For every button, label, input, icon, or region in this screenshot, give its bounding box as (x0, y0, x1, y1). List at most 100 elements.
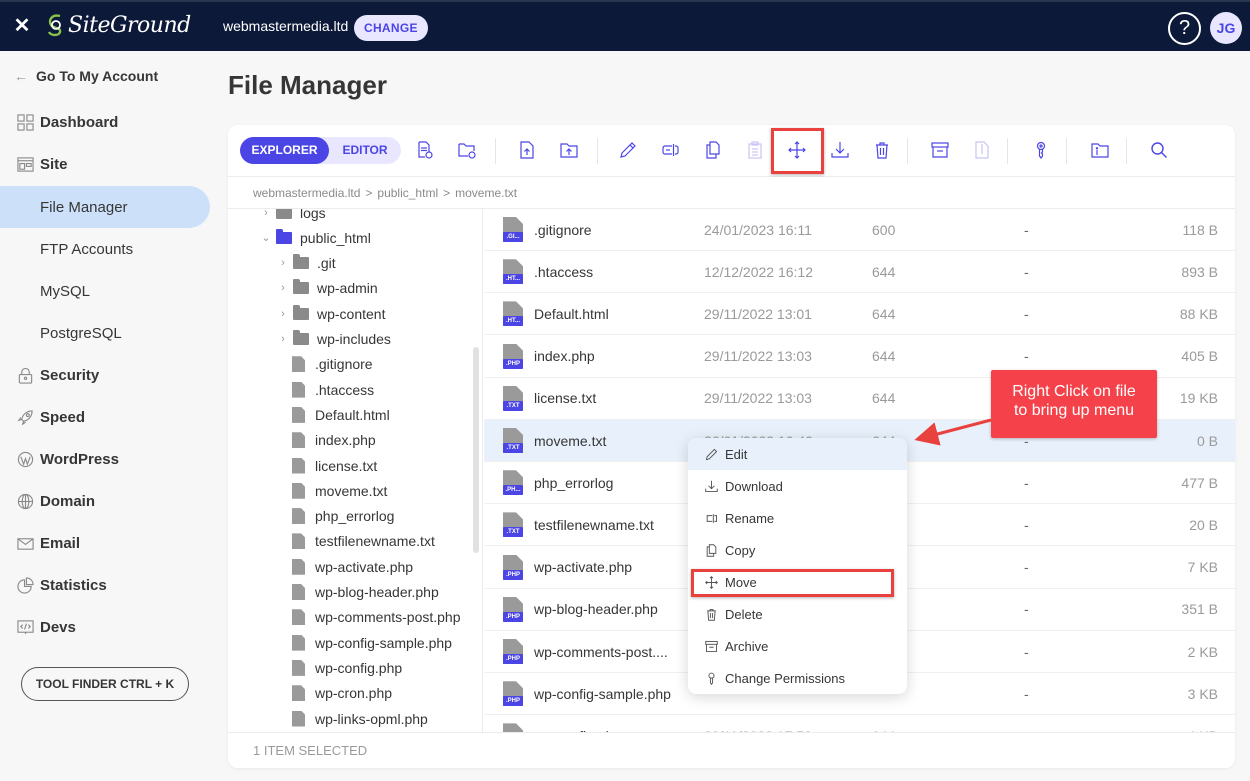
archive-icon (704, 639, 718, 653)
tree-file[interactable]: testfilenewname.txt (292, 529, 435, 554)
tree-file[interactable]: .gitignore (292, 352, 373, 377)
sidebar-item-email[interactable]: Email (0, 522, 210, 564)
permissions-key-icon[interactable] (1030, 139, 1052, 161)
file-type-icon: .PHP (503, 596, 523, 622)
sidebar-item-site[interactable]: Site (0, 143, 210, 185)
chevron-right-icon[interactable]: › (260, 209, 272, 219)
move-icon[interactable] (786, 139, 808, 161)
envelope-icon (16, 534, 34, 552)
editor-tab[interactable]: EDITOR (329, 137, 401, 164)
tree-file[interactable]: wp-blog-header.php (292, 580, 439, 605)
folder-info-icon[interactable] (1089, 139, 1111, 161)
tree-file[interactable]: wp-cron.php (292, 681, 392, 706)
sidebar-item-label: Dashboard (40, 113, 119, 131)
sidebar-item-wordpress[interactable]: WordPress (0, 438, 210, 480)
tree-file[interactable]: wp-activate.php (292, 554, 413, 579)
chevron-right-icon[interactable]: › (277, 282, 289, 294)
chevron-down-icon[interactable]: ⌄ (260, 231, 272, 244)
siteground-logo-icon (47, 14, 62, 37)
context-menu-item-rename[interactable]: Rename (688, 502, 907, 534)
chevron-right-icon[interactable]: › (277, 308, 289, 320)
context-menu-label: Change Permissions (725, 670, 845, 686)
new-folder-icon[interactable] (456, 139, 478, 161)
tree-file[interactable]: wp-comments-post.php (292, 605, 461, 630)
folder-icon (293, 254, 309, 270)
context-menu-item-move[interactable]: Move (688, 566, 907, 598)
upload-file-icon[interactable] (516, 139, 538, 161)
breadcrumb-item[interactable]: webmastermedia.ltd (253, 186, 360, 200)
sidebar-item-label: Domain (40, 492, 96, 510)
sidebar-item-statistics[interactable]: Statistics (0, 564, 210, 606)
help-icon[interactable]: ? (1168, 12, 1201, 45)
avatar[interactable]: JG (1210, 12, 1242, 44)
tree-file[interactable]: wp-config.php (292, 655, 402, 680)
delete-trash-icon[interactable] (871, 139, 893, 161)
file-row[interactable]: .GI... .gitignore 24/01/2023 16:11 600 - 118 … (484, 209, 1235, 251)
sidebar-item-domain[interactable]: Domain (0, 480, 210, 522)
siteground-logo[interactable]: SiteGround (46, 12, 191, 38)
sidebar-item-dashboard[interactable]: Dashboard (0, 101, 210, 143)
breadcrumb-item[interactable]: public_html (377, 186, 438, 200)
tree-item-name: public_html (300, 229, 371, 246)
sidebar-item-speed[interactable]: Speed (0, 396, 210, 438)
file-owner: - (1024, 516, 1029, 533)
extract-icon[interactable] (971, 139, 993, 161)
file-row[interactable]: .HT... Default.html 29/11/2022 13:01 644 - 88… (484, 293, 1235, 336)
file-owner: - (1024, 263, 1029, 280)
paste-icon[interactable] (744, 139, 766, 161)
context-menu-item-delete[interactable]: Delete (688, 598, 907, 630)
sidebar-item-devs[interactable]: Devs (0, 606, 210, 648)
archive-icon[interactable] (929, 139, 951, 161)
context-menu-item-archive[interactable]: Archive (688, 630, 907, 662)
search-icon[interactable] (1148, 139, 1170, 161)
context-menu-item-edit[interactable]: Edit (688, 438, 907, 470)
tool-finder-button[interactable]: TOOL FINDER CTRL + K (21, 667, 189, 701)
change-site-button[interactable]: CHANGE (354, 15, 428, 41)
tree-folder[interactable]: › logs (260, 209, 326, 225)
close-icon[interactable]: ✕ (12, 14, 32, 38)
tree-file[interactable]: .htaccess (292, 377, 374, 402)
tree-folder[interactable]: ⌄ public_html (260, 225, 371, 250)
sidebar-item-ftp-accounts[interactable]: FTP Accounts (0, 228, 210, 270)
go-to-my-account-link[interactable]: ← Go To My Account (14, 68, 158, 84)
tree-file[interactable]: license.txt (292, 453, 377, 478)
rename-icon[interactable] (660, 139, 682, 161)
folder-icon (293, 304, 309, 320)
new-file-icon[interactable] (414, 139, 436, 161)
pie-chart-icon (16, 576, 34, 594)
tree-file[interactable]: wp-links-opml.php (292, 706, 428, 731)
tree-folder[interactable]: › wp-content (277, 301, 385, 326)
tree-file[interactable]: php_errorlog (292, 504, 394, 529)
sidebar-item-file-manager[interactable]: File Manager (0, 186, 210, 228)
tree-file[interactable]: Default.html (292, 402, 390, 427)
tree-file[interactable]: moveme.txt (292, 478, 387, 503)
download-icon[interactable] (829, 139, 851, 161)
copy-icon[interactable] (702, 139, 724, 161)
arrow-left-icon: ← (14, 68, 28, 84)
sidebar-item-mysql[interactable]: MySQL (0, 270, 210, 312)
edit-pencil-icon[interactable] (617, 139, 639, 161)
chevron-right-icon[interactable]: › (277, 257, 289, 269)
sidebar-item-label: Email (40, 534, 81, 552)
file-row[interactable]: .HT... .htaccess 12/12/2022 16:12 644 - 893 B (484, 251, 1235, 294)
explorer-tab[interactable]: EXPLORER (240, 137, 329, 164)
file-name: testfilenewname.txt (534, 516, 654, 533)
sidebar-item-postgresql[interactable]: PostgreSQL (0, 312, 210, 354)
tree-folder[interactable]: › wp-includes (277, 327, 391, 352)
tree-folder[interactable]: › wp-admin (277, 276, 378, 301)
tree-scrollbar[interactable] (473, 347, 479, 553)
context-menu-item-change-permissions[interactable]: Change Permissions (688, 662, 907, 694)
context-menu-item-download[interactable]: Download (688, 470, 907, 502)
upload-folder-icon[interactable] (558, 139, 580, 161)
file-name: wp-comments-post.... (534, 643, 668, 660)
tree-file[interactable]: index.php (292, 428, 376, 453)
download-icon (704, 479, 718, 493)
tree-folder[interactable]: › .git (277, 251, 336, 276)
context-menu-item-copy[interactable]: Copy (688, 534, 907, 566)
rename-icon (704, 511, 718, 525)
chevron-right-icon[interactable]: › (277, 333, 289, 345)
file-row[interactable]: .PHPwp-config.php30/11/2022 17:53644-4 K… (484, 715, 1235, 732)
sidebar-item-security[interactable]: Security (0, 354, 210, 396)
tree-file[interactable]: wp-config-sample.php (292, 630, 452, 655)
breadcrumb-item[interactable]: moveme.txt (455, 186, 517, 200)
